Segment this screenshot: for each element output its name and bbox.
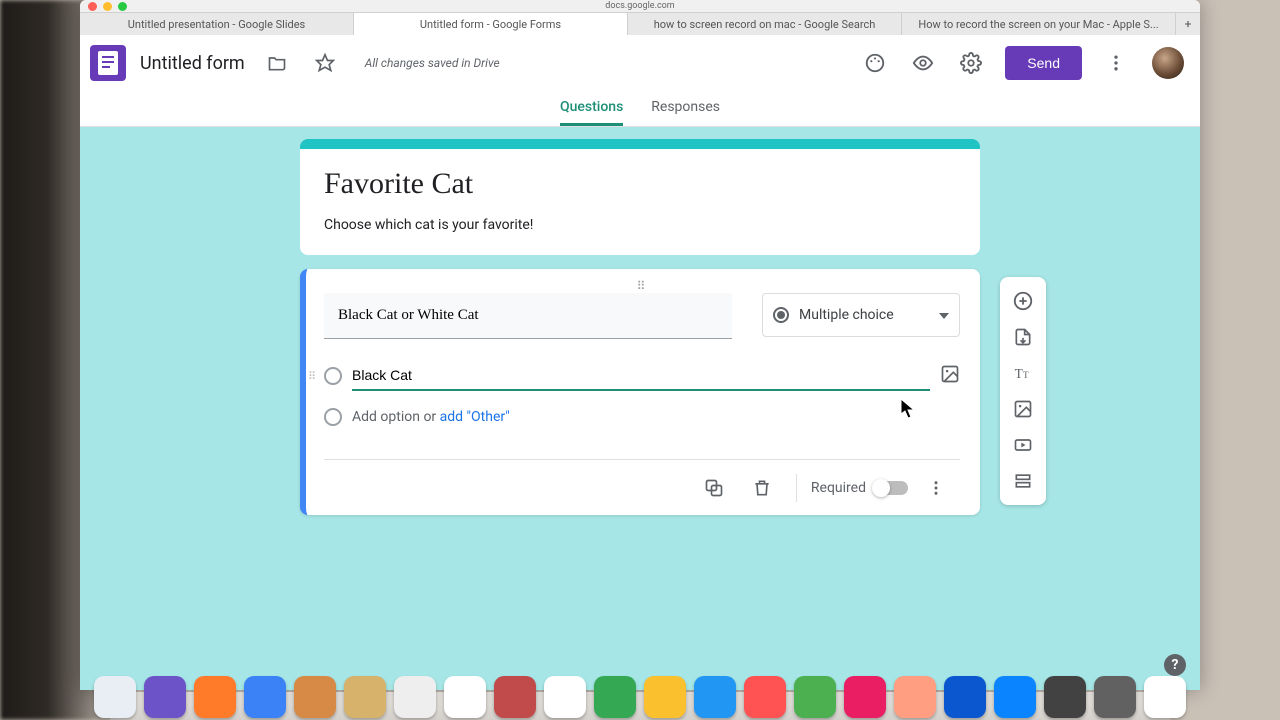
browser-window: docs.google.com Untitled presentation - … (80, 0, 1200, 690)
dock-app-icon[interactable] (1044, 676, 1086, 718)
dock-app-icon[interactable] (344, 676, 386, 718)
question-footer: Required (324, 459, 960, 515)
radio-icon (324, 408, 342, 426)
help-button[interactable]: ? (1164, 654, 1186, 676)
account-avatar[interactable] (1152, 47, 1184, 79)
or-text: or (423, 409, 436, 425)
customize-theme-button[interactable] (855, 43, 895, 83)
forms-header: Untitled form All changes saved in Drive… (80, 35, 1200, 91)
dock-app-icon[interactable] (1094, 676, 1136, 718)
more-button[interactable] (1096, 43, 1136, 83)
dock-app-icon[interactable] (244, 676, 286, 718)
dock-app-icon[interactable] (844, 676, 886, 718)
radio-icon (773, 307, 789, 323)
dock-app-icon[interactable] (544, 676, 586, 718)
svg-text:T: T (1023, 370, 1029, 380)
save-status: All changes saved in Drive (365, 56, 500, 70)
chevron-down-icon (939, 307, 949, 323)
required-toggle[interactable] (874, 481, 908, 495)
dock-app-icon[interactable] (944, 676, 986, 718)
question-card[interactable]: ⠿ Multiple choice ⠿ (300, 269, 980, 515)
dock-app-icon[interactable] (294, 676, 336, 718)
dock-app-icon[interactable] (894, 676, 936, 718)
import-questions-button[interactable] (1000, 319, 1046, 355)
send-button[interactable]: Send (1005, 46, 1082, 80)
form-subtabs: Questions Responses (80, 91, 1200, 127)
form-header-title[interactable]: Favorite Cat (324, 167, 956, 201)
dock-app-icon[interactable] (644, 676, 686, 718)
minimize-window-icon[interactable] (103, 2, 112, 11)
form-title-card[interactable]: Favorite Cat Choose which cat is your fa… (300, 139, 980, 255)
address-bar[interactable]: docs.google.com (80, 0, 1200, 13)
add-section-button[interactable] (1000, 463, 1046, 499)
form-header-description[interactable]: Choose which cat is your favorite! (324, 217, 956, 233)
forms-logo-icon[interactable] (90, 45, 126, 81)
svg-text:T: T (1015, 366, 1023, 381)
form-title[interactable]: Untitled form (140, 53, 245, 74)
macos-dock (110, 692, 1170, 720)
dock-app-icon[interactable] (694, 676, 736, 718)
question-more-button[interactable] (916, 468, 956, 508)
move-to-folder-button[interactable] (257, 43, 297, 83)
browser-tab[interactable]: How to record the screen on your Mac - A… (902, 13, 1176, 35)
browser-tab[interactable]: how to screen record on mac - Google Sea… (628, 13, 902, 35)
browser-tab[interactable]: Untitled form - Google Forms (354, 13, 628, 35)
drag-handle-icon[interactable]: ⠿ (324, 279, 960, 293)
dock-app-icon[interactable] (144, 676, 186, 718)
new-tab-button[interactable]: + (1176, 13, 1200, 35)
address-text: docs.google.com (605, 1, 674, 11)
dock-app-icon[interactable] (594, 676, 636, 718)
tab-bar: Untitled presentation - Google Slides Un… (80, 13, 1200, 35)
add-image-to-option-button[interactable] (940, 364, 960, 388)
close-window-icon[interactable] (88, 2, 97, 11)
option-input[interactable] (352, 361, 930, 391)
add-other-button[interactable]: add "Other" (440, 409, 510, 425)
window-controls (88, 2, 127, 11)
preview-button[interactable] (903, 43, 943, 83)
add-option-row: Add option or add "Other" (324, 397, 960, 437)
separator (796, 474, 797, 502)
add-option-button[interactable]: Add option (352, 409, 420, 425)
option-row: ⠿ (324, 355, 960, 397)
dock-app-icon[interactable] (1144, 676, 1186, 718)
zoom-window-icon[interactable] (118, 2, 127, 11)
dock-app-icon[interactable] (394, 676, 436, 718)
add-question-button[interactable] (1000, 283, 1046, 319)
duplicate-button[interactable] (694, 468, 734, 508)
question-type-dropdown[interactable]: Multiple choice (762, 293, 960, 337)
dock-app-icon[interactable] (444, 676, 486, 718)
tab-responses[interactable]: Responses (651, 91, 720, 126)
form-stack: Favorite Cat Choose which cat is your fa… (300, 139, 980, 515)
browser-tab[interactable]: Untitled presentation - Google Slides (80, 13, 354, 35)
dock-app-icon[interactable] (994, 676, 1036, 718)
form-canvas: Favorite Cat Choose which cat is your fa… (80, 127, 1200, 690)
add-title-button[interactable]: TT (1000, 355, 1046, 391)
floating-toolbar: TT (1000, 277, 1046, 505)
tab-questions[interactable]: Questions (560, 91, 623, 126)
settings-button[interactable] (951, 43, 991, 83)
dock-app-icon[interactable] (494, 676, 536, 718)
question-type-label: Multiple choice (799, 307, 894, 323)
add-image-button[interactable] (1000, 391, 1046, 427)
dock-app-icon[interactable] (794, 676, 836, 718)
dock-app-icon[interactable] (744, 676, 786, 718)
star-button[interactable] (305, 43, 345, 83)
add-video-button[interactable] (1000, 427, 1046, 463)
required-label: Required (811, 480, 866, 496)
radio-icon (324, 367, 342, 385)
delete-button[interactable] (742, 468, 782, 508)
dock-app-icon[interactable] (194, 676, 236, 718)
question-title-input[interactable] (324, 293, 732, 339)
option-drag-handle-icon[interactable]: ⠿ (308, 370, 317, 383)
dock-app-icon[interactable] (94, 676, 136, 718)
